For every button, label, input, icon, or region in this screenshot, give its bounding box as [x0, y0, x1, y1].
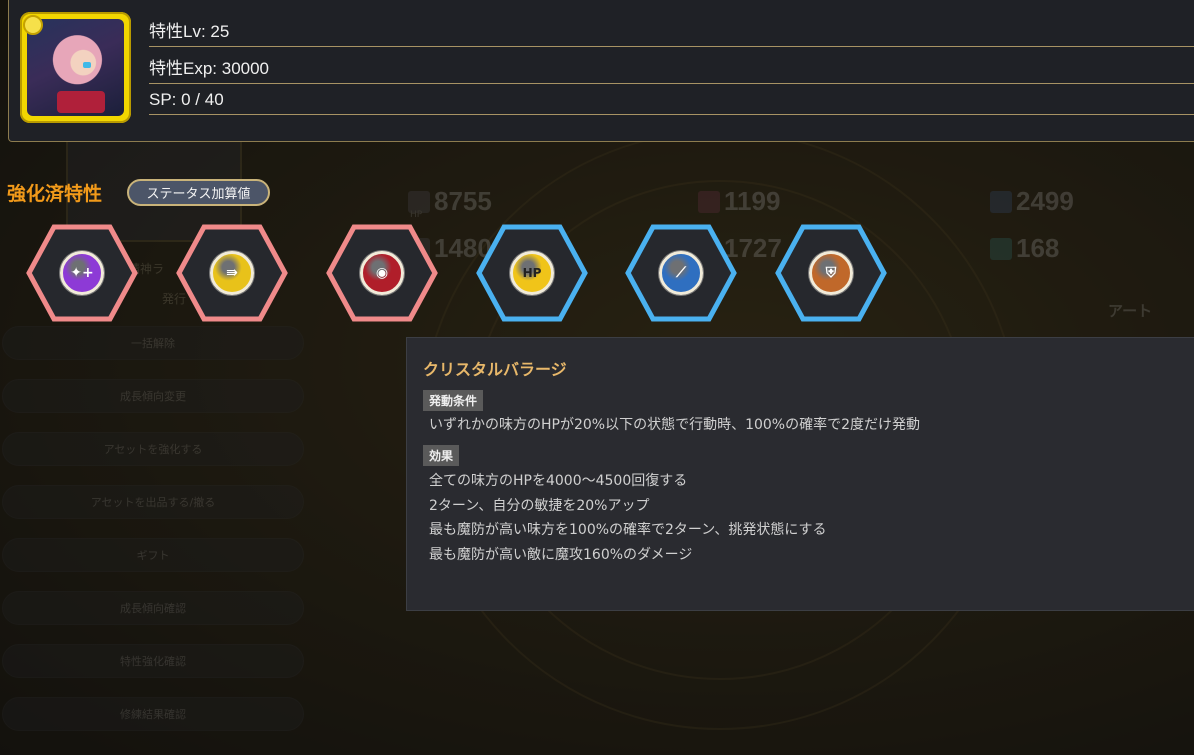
trait-level: 特性Lv: 25	[149, 22, 230, 41]
red-arrow-icon: ⇛	[210, 251, 254, 295]
effect-line: 全ての味方のHPを4000〜4500回復する	[429, 473, 688, 489]
trait-exp: 特性Exp: 30000	[149, 59, 270, 78]
skill-panel: クリスタルバラージ 発動条件 いずれかの味方のHPが20%以下の状態で行動時、1…	[406, 337, 1194, 611]
sp-row: SP: 0 / 40	[149, 90, 1194, 115]
trait-slot[interactable]: ⇛	[176, 224, 288, 322]
enhanced-traits-title: 強化済特性	[7, 183, 103, 205]
trait-glyph: ⇛	[226, 265, 238, 281]
effect-line: 最も魔防が高い敵に魔攻160%のダメージ	[429, 547, 693, 563]
status-bonus-button[interactable]: ステータス加算値	[127, 179, 270, 206]
trait-level-row: 特性Lv: 25	[149, 17, 1194, 47]
armor-shield-icon: ⛨	[809, 251, 853, 295]
character-image	[27, 19, 124, 116]
wand-icon: ⟋	[659, 251, 703, 295]
trait-glyph: ⟋	[676, 265, 686, 281]
trait-glyph: ⛨	[825, 265, 837, 281]
effect-line: 2ターン、自分の敏捷を20%アップ	[429, 498, 650, 514]
effect-line: 最も魔防が高い味方を100%の確率で2ターン、挑発状態にする	[429, 522, 827, 538]
trait-glyph: HP	[522, 266, 542, 280]
trait-glyph: ◉	[375, 265, 389, 281]
character-outfit	[57, 91, 105, 113]
skill-points: SP: 0 / 40	[149, 90, 224, 109]
skill-name: クリスタルバラージ	[423, 360, 567, 379]
crystal-plus-icon: ✦+	[60, 251, 104, 295]
trait-slot[interactable]: ✦+	[26, 224, 138, 322]
condition-tag: 発動条件	[423, 390, 484, 411]
trait-exp-row: 特性Exp: 30000	[149, 54, 1194, 84]
rarity-badge-icon	[23, 15, 43, 35]
effect-tag: 効果	[423, 445, 460, 466]
shield-emblem-icon: ◉	[360, 251, 404, 295]
character-portrait	[20, 12, 131, 123]
trait-glyph: ✦+	[70, 265, 94, 281]
trait-slot[interactable]: ◉	[326, 224, 438, 322]
trait-slot[interactable]: ⛨	[775, 224, 887, 322]
trait-slot[interactable]: ⟋	[625, 224, 737, 322]
character-eye	[83, 62, 91, 68]
trait-slot[interactable]: HP	[476, 224, 588, 322]
condition-text: いずれかの味方のHPが20%以下の状態で行動時、100%の確率で2度だけ発動	[429, 417, 921, 433]
hp-icon: HP	[510, 251, 554, 295]
